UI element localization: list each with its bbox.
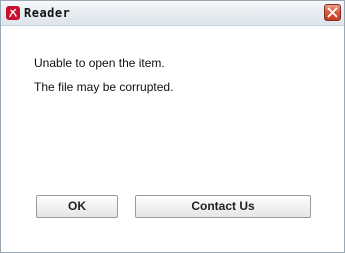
title-bar[interactable]: Reader xyxy=(1,1,344,26)
error-message-line-1: Unable to open the item. xyxy=(34,56,165,70)
dialog-window: Reader Unable to open the item. The file… xyxy=(0,0,345,253)
contact-us-button[interactable]: Contact Us xyxy=(135,195,311,218)
close-icon xyxy=(327,7,338,18)
close-button[interactable] xyxy=(324,4,341,21)
ok-button[interactable]: OK xyxy=(36,195,118,218)
window-title: Reader xyxy=(24,6,71,20)
error-message-line-2: The file may be corrupted. xyxy=(34,80,174,94)
reader-app-icon xyxy=(6,6,20,20)
